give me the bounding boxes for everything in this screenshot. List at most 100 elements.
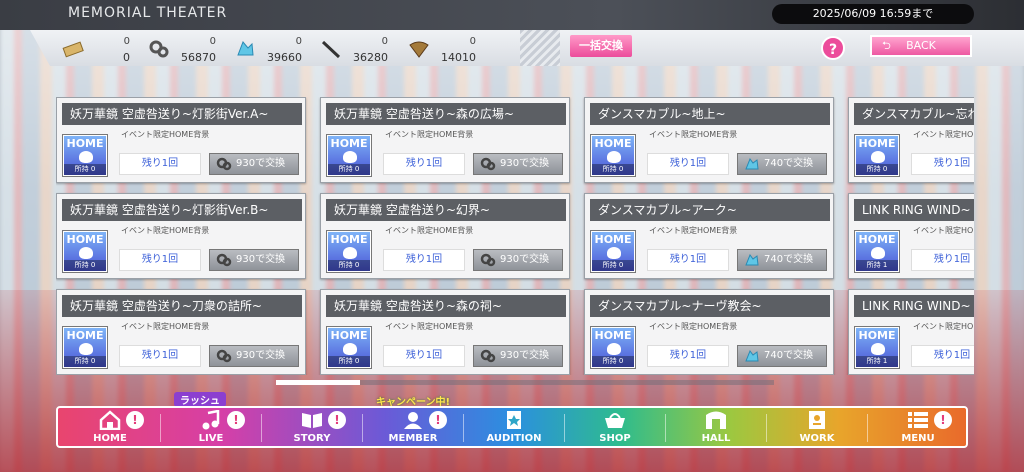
- alert-badge: !: [934, 411, 952, 429]
- card-description: イベント限定HOME背景: [121, 226, 210, 235]
- mascot-icon: [607, 247, 621, 259]
- exchange-card[interactable]: 妖万華鏡 空虚咎送り~幻界~ イベント限定HOME背景 HOME 所持 0 残り1…: [320, 193, 570, 279]
- card-description: イベント限定HOME背景: [913, 226, 974, 235]
- resource-value: 0: [123, 51, 130, 64]
- card-title: ダンスマカブル~アーク~: [590, 199, 830, 221]
- resource-bar-stripe: [520, 30, 560, 66]
- top-bar: MEMORIAL THEATER 2025/06/09 16:59まで: [0, 0, 1024, 30]
- nav-hall[interactable]: HALL: [666, 408, 766, 446]
- exchange-button[interactable]: 930で交換: [473, 153, 563, 175]
- exchange-grid: 妖万華鏡 空虚咎送り~灯影街Ver.A~ イベント限定HOME背景 HOME 所持…: [56, 97, 974, 375]
- remaining-count: 残り1回: [911, 153, 974, 175]
- resource-value: 36280: [353, 51, 388, 64]
- alert-badge: !: [227, 411, 245, 429]
- remaining-count: 残り1回: [383, 249, 465, 271]
- mascot-icon: [79, 343, 93, 355]
- exchange-card[interactable]: ダンスマカブル~アーク~ イベント限定HOME背景 HOME 所持 0 残り1回 …: [584, 193, 834, 279]
- card-description: イベント限定HOME背景: [649, 130, 738, 139]
- nav-label: MENU: [901, 433, 935, 444]
- exchange-button[interactable]: 930で交換: [209, 153, 299, 175]
- page-title: MEMORIAL THEATER: [68, 5, 228, 21]
- back-button[interactable]: ⮌ BACK: [870, 35, 972, 57]
- home-background-thumbnail: HOME 所持 0: [855, 135, 899, 176]
- resource-blue-crystal: 0 39660: [234, 34, 302, 64]
- nav-menu[interactable]: ! MENU: [868, 408, 968, 446]
- owned-count: 所持 0: [64, 356, 106, 367]
- nav-label: HALL: [701, 433, 731, 444]
- exchange-label: 930で交換: [236, 158, 286, 169]
- thumb-label: HOME: [594, 329, 632, 342]
- exchange-card[interactable]: 妖万華鏡 空虚咎送り~刀衆の詰所~ イベント限定HOME背景 HOME 所持 0 …: [56, 289, 306, 375]
- exchange-button[interactable]: 740で交換: [737, 153, 827, 175]
- nav-live[interactable]: ! LIVE: [161, 408, 261, 446]
- thumb-label: HOME: [858, 137, 896, 150]
- home-background-thumbnail: HOME 所持 0: [63, 135, 107, 176]
- home-background-thumbnail: HOME 所持 0: [327, 327, 371, 368]
- exchange-button[interactable]: 930で交換: [209, 249, 299, 271]
- home-background-thumbnail: HOME 所持 1: [855, 327, 899, 368]
- remaining-count: 残り1回: [647, 249, 729, 271]
- exchange-card[interactable]: LINK RING WIND~ イベント限定HOME背景 HOME 所持 1 残り…: [848, 289, 974, 375]
- deadline-label: 2025/06/09 16:59まで: [772, 4, 974, 24]
- exchange-card[interactable]: 妖万華鏡 空虚咎送り~森の祠~ イベント限定HOME背景 HOME 所持 0 残り…: [320, 289, 570, 375]
- resource-wand: 0 36280: [320, 34, 388, 64]
- card-title: 妖万華鏡 空虚咎送り~灯影街Ver.B~: [62, 199, 302, 221]
- exchange-button[interactable]: 740で交換: [737, 345, 827, 367]
- exchange-button[interactable]: 930で交換: [473, 249, 563, 271]
- exchange-button[interactable]: 740で交換: [737, 249, 827, 271]
- resource-value: 39660: [267, 51, 302, 64]
- nav-home[interactable]: ! HOME: [60, 408, 160, 446]
- thumb-label: HOME: [858, 329, 896, 342]
- thumb-label: HOME: [66, 329, 104, 342]
- nav-label: SHOP: [599, 433, 631, 444]
- nav-label: MEMBER: [388, 433, 438, 444]
- basket-icon: [605, 413, 625, 428]
- exchange-card[interactable]: 妖万華鏡 空虚咎送り~森の広場~ イベント限定HOME背景 HOME 所持 0 残…: [320, 97, 570, 183]
- thumb-label: HOME: [330, 329, 368, 342]
- exchange-label: 930で交換: [500, 158, 550, 169]
- ring-link-icon: [480, 349, 496, 363]
- exchange-card[interactable]: ダンスマカブル~忘れら イベント限定HOME背景 HOME 所持 0 残り1回: [848, 97, 974, 183]
- bulk-exchange-button[interactable]: 一括交換: [570, 35, 632, 57]
- mascot-icon: [871, 343, 885, 355]
- exchange-card[interactable]: 妖万華鏡 空虚咎送り~灯影街Ver.B~ イベント限定HOME背景 HOME 所持…: [56, 193, 306, 279]
- card-title: 妖万華鏡 空虚咎送り~幻界~: [326, 199, 566, 221]
- card-title: ダンスマカブル~ナーヴ教会~: [590, 295, 830, 317]
- scrollbar-thumb[interactable]: [276, 380, 360, 385]
- nav-work[interactable]: WORK: [767, 408, 867, 446]
- nav-story[interactable]: ! STORY: [262, 408, 362, 446]
- resource-value: 0: [209, 36, 216, 47]
- exchange-button[interactable]: 930で交換: [209, 345, 299, 367]
- mascot-icon: [607, 343, 621, 355]
- exchange-label: 930で交換: [236, 254, 286, 265]
- horizontal-scrollbar[interactable]: [276, 380, 774, 385]
- exchange-card[interactable]: 妖万華鏡 空虚咎送り~灯影街Ver.A~ イベント限定HOME背景 HOME 所持…: [56, 97, 306, 183]
- ring-link-icon: [149, 40, 169, 58]
- home-background-thumbnail: HOME 所持 0: [327, 135, 371, 176]
- exchange-button[interactable]: 930で交換: [473, 345, 563, 367]
- blue-crystal-icon: [745, 253, 759, 266]
- menu-list-icon: [908, 412, 928, 428]
- exchange-label: 740で交換: [764, 158, 814, 169]
- owned-count: 所持 0: [328, 356, 370, 367]
- remaining-count: 残り1回: [383, 345, 465, 367]
- home-background-thumbnail: HOME 所持 0: [591, 135, 635, 176]
- exchange-label: 930で交換: [500, 254, 550, 265]
- exchange-card[interactable]: ダンスマカブル~地上~ イベント限定HOME背景 HOME 所持 0 残り1回 7…: [584, 97, 834, 183]
- owned-count: 所持 0: [592, 164, 634, 175]
- card-description: イベント限定HOME背景: [649, 322, 738, 331]
- nav-shop[interactable]: SHOP: [565, 408, 665, 446]
- thumb-label: HOME: [66, 137, 104, 150]
- exchange-card[interactable]: LINK RING WIND~ イベント限定HOME背景 HOME 所持 1 残り…: [848, 193, 974, 279]
- resource-value: 56870: [181, 51, 216, 64]
- exchange-label: 740で交換: [764, 350, 814, 361]
- mascot-icon: [343, 151, 357, 163]
- owned-count: 所持 0: [328, 260, 370, 271]
- nav-audition[interactable]: AUDITION: [464, 408, 564, 446]
- card-title: LINK RING WIND~: [854, 199, 974, 221]
- help-button[interactable]: ?: [821, 36, 845, 60]
- ring-link-icon: [216, 253, 232, 267]
- nav-member[interactable]: ! MEMBER: [363, 408, 463, 446]
- bottom-nav: ! HOME ! LIVE ! STORY ! MEMBER AUDITION …: [56, 406, 968, 448]
- exchange-card[interactable]: ダンスマカブル~ナーヴ教会~ イベント限定HOME背景 HOME 所持 0 残り1…: [584, 289, 834, 375]
